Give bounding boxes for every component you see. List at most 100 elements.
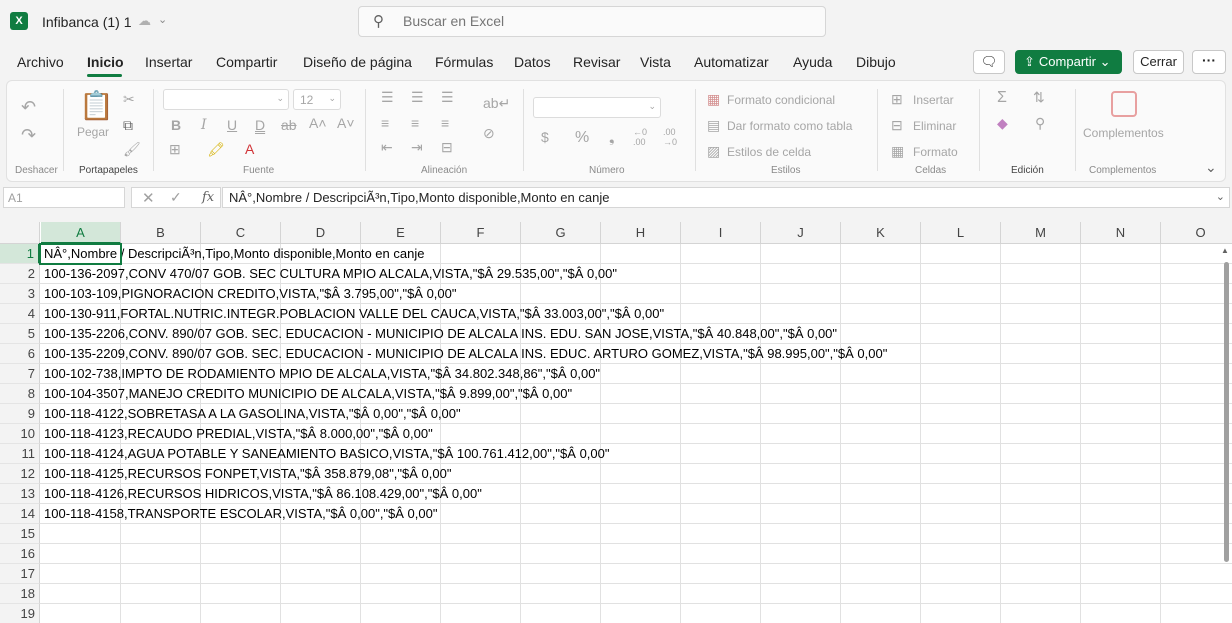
cell-a12[interactable]: 100-118-4125,RECURSOS FONPET,VISTA,"$Â 3… xyxy=(44,464,451,484)
percent-icon[interactable]: % xyxy=(575,129,589,147)
tab-datos[interactable]: Datos xyxy=(514,54,551,70)
cell-a9[interactable]: 100-118-4122,SOBRETASA A LA GASOLINA,VIS… xyxy=(44,404,461,424)
delete-cells-icon[interactable]: ⊟ xyxy=(891,117,903,134)
align-center-icon[interactable]: ≡ xyxy=(411,115,419,131)
align-left-icon[interactable]: ≡ xyxy=(381,115,389,131)
cell-a7[interactable]: 100-102-738,IMPTO DE RODAMIENTO MPIO DE … xyxy=(44,364,600,384)
close-button[interactable]: Cerrar xyxy=(1133,50,1184,74)
cell-a10[interactable]: 100-118-4123,RECAUDO PREDIAL,VISTA,"$Â 8… xyxy=(44,424,433,444)
document-title[interactable]: Infibanca (1) 1 xyxy=(42,14,132,30)
name-box[interactable]: A1 xyxy=(3,187,125,208)
find-icon[interactable]: ⚲ xyxy=(1035,115,1045,132)
insert-function-icon[interactable]: fx xyxy=(202,190,214,205)
row-header-14[interactable]: 14 xyxy=(0,504,40,524)
row-header-16[interactable]: 16 xyxy=(0,544,40,564)
row-header-17[interactable]: 17 xyxy=(0,564,40,584)
row-header-7[interactable]: 7 xyxy=(0,364,40,384)
paste-icon[interactable]: 📋 xyxy=(79,89,114,122)
row-header-18[interactable]: 18 xyxy=(0,584,40,604)
redo-icon[interactable]: ↷ xyxy=(21,125,36,146)
cell-a6[interactable]: 100-135-2209,CONV. 890/07 GOB. SEC. EDUC… xyxy=(44,344,887,364)
row-header-15[interactable]: 15 xyxy=(0,524,40,544)
align-bottom-icon[interactable]: ☰ xyxy=(441,89,454,106)
cell-a3[interactable]: 100-103-109,PIGNORACION CREDITO,VISTA,"$… xyxy=(44,284,457,304)
row-header-19[interactable]: 19 xyxy=(0,604,40,623)
column-header-g[interactable]: G xyxy=(521,222,601,244)
column-header-l[interactable]: L xyxy=(921,222,1001,244)
strikethrough-icon[interactable]: ab xyxy=(281,117,297,133)
autosum-icon[interactable]: Σ xyxy=(997,89,1007,107)
addins-button[interactable]: Complementos xyxy=(1083,126,1164,140)
formula-input[interactable]: NÂ°,Nombre / DescripciÃ³n,Tipo,Monto dis… xyxy=(222,187,1230,208)
format-painter-icon[interactable]: 🖌 xyxy=(123,141,141,158)
chevron-down-icon[interactable]: ⌄ xyxy=(158,13,167,26)
wrap-text-icon[interactable]: ab↵ xyxy=(483,95,510,112)
sort-filter-icon[interactable]: ⇅ xyxy=(1033,89,1045,106)
clear-icon[interactable]: ◆ xyxy=(997,115,1008,132)
column-header-i[interactable]: I xyxy=(681,222,761,244)
decrease-decimal-icon[interactable]: .00 →0 xyxy=(663,127,677,147)
cell-a5[interactable]: 100-135-2206,CONV. 890/07 GOB. SEC. EDUC… xyxy=(44,324,837,344)
tab-insertar[interactable]: Insertar xyxy=(145,54,192,70)
cell-a14[interactable]: 100-118-4158,TRANSPORTE ESCOLAR,VISTA,"$… xyxy=(44,504,437,524)
row-header-1[interactable]: 1 xyxy=(0,244,40,264)
column-header-m[interactable]: M xyxy=(1001,222,1081,244)
column-header-a[interactable]: A xyxy=(41,222,121,244)
row-header-12[interactable]: 12 xyxy=(0,464,40,484)
comma-style-icon[interactable]: ❟ xyxy=(609,129,615,146)
increase-font-icon[interactable]: A˄ xyxy=(309,115,327,131)
tab-vista[interactable]: Vista xyxy=(640,54,671,70)
format-as-table-button[interactable]: Dar formato como tabla xyxy=(727,119,852,133)
copy-icon[interactable]: ⧉ xyxy=(123,117,133,134)
comments-button[interactable]: 🗨 xyxy=(973,50,1005,74)
format-cells-icon[interactable]: ▦ xyxy=(891,143,904,160)
align-right-icon[interactable]: ≡ xyxy=(441,115,449,131)
delete-cells-button[interactable]: Eliminar xyxy=(913,119,956,133)
cell-a11[interactable]: 100-118-4124,AGUA POTABLE Y SANEAMIENTO … xyxy=(44,444,609,464)
merge-icon[interactable]: ⊟ xyxy=(441,139,453,156)
tab-diseno-pagina[interactable]: Diseño de página xyxy=(303,54,412,70)
tab-archivo[interactable]: Archivo xyxy=(17,54,64,70)
column-header-h[interactable]: H xyxy=(601,222,681,244)
column-header-b[interactable]: B xyxy=(121,222,201,244)
number-format-select[interactable]: ⌄ xyxy=(533,97,661,118)
vertical-scrollbar[interactable] xyxy=(1224,262,1229,562)
conditional-format-button[interactable]: Formato condicional xyxy=(727,93,835,107)
cancel-icon[interactable]: ✕ xyxy=(142,189,155,207)
search-input[interactable] xyxy=(403,13,803,29)
scroll-up-icon[interactable]: ▲ xyxy=(1221,246,1229,255)
insert-cells-button[interactable]: Insertar xyxy=(913,93,954,107)
column-header-c[interactable]: C xyxy=(201,222,281,244)
decrease-font-icon[interactable]: A˅ xyxy=(337,115,355,131)
cell-a13[interactable]: 100-118-4126,RECURSOS HIDRICOS,VISTA,"$Â… xyxy=(44,484,482,504)
search-box[interactable]: ⚲ xyxy=(358,6,826,37)
row-header-5[interactable]: 5 xyxy=(0,324,40,344)
tab-revisar[interactable]: Revisar xyxy=(573,54,620,70)
cell-a8[interactable]: 100-104-3507,MANEJO CREDITO MUNICIPIO DE… xyxy=(44,384,572,404)
decrease-indent-icon[interactable]: ⇤ xyxy=(381,139,393,156)
row-header-10[interactable]: 10 xyxy=(0,424,40,444)
row-header-6[interactable]: 6 xyxy=(0,344,40,364)
currency-icon[interactable]: $ xyxy=(541,129,549,145)
column-header-k[interactable]: K xyxy=(841,222,921,244)
insert-cells-icon[interactable]: ⊞ xyxy=(891,91,903,108)
increase-indent-icon[interactable]: ⇥ xyxy=(411,139,423,156)
column-header-n[interactable]: N xyxy=(1081,222,1161,244)
font-family-select[interactable]: ⌄ xyxy=(163,89,289,110)
borders-icon[interactable]: ⊞ xyxy=(169,141,181,158)
row-header-8[interactable]: 8 xyxy=(0,384,40,404)
more-options-button[interactable]: ··· xyxy=(1192,50,1226,74)
ribbon-collapse-icon[interactable]: ⌄ xyxy=(1205,159,1217,176)
format-table-icon[interactable]: ▤ xyxy=(707,117,720,134)
conditional-format-icon[interactable]: ▦ xyxy=(707,91,720,108)
bold-icon[interactable]: B xyxy=(171,117,181,133)
tab-ayuda[interactable]: Ayuda xyxy=(793,54,832,70)
chevron-down-icon[interactable]: ⌄ xyxy=(1216,190,1225,203)
row-header-4[interactable]: 4 xyxy=(0,304,40,324)
tab-dibujo[interactable]: Dibujo xyxy=(856,54,896,70)
underline-icon[interactable]: U xyxy=(227,117,237,133)
align-top-icon[interactable]: ☰ xyxy=(381,89,394,106)
column-header-d[interactable]: D xyxy=(281,222,361,244)
check-icon[interactable]: ✓ xyxy=(170,189,182,206)
tab-formulas[interactable]: Fórmulas xyxy=(435,54,493,70)
